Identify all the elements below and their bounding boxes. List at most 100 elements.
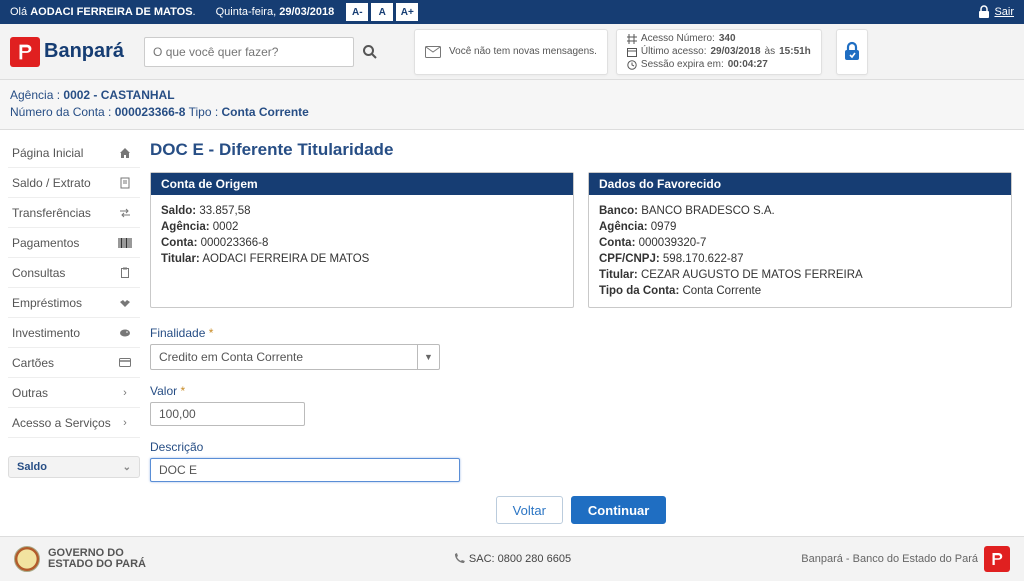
sidebar-item-label: Saldo / Extrato: [12, 176, 118, 190]
font-normal-button[interactable]: A: [371, 3, 393, 21]
balance-toggle-label: Saldo: [17, 461, 47, 473]
greeting-user: AODACI FERREIRA DE MATOS: [30, 6, 192, 18]
fav-titular-label: Titular:: [599, 269, 638, 281]
sidebar-item-label: Acesso a Serviços: [12, 416, 118, 430]
origin-panel: Conta de Origem Saldo: 33.857,58 Agência…: [150, 172, 574, 308]
sidebar-item-home[interactable]: Página Inicial: [8, 138, 140, 168]
logout-link[interactable]: Sair: [994, 6, 1014, 18]
origin-conta-label: Conta:: [161, 237, 197, 249]
descricao-label: Descrição: [150, 440, 1012, 454]
search-icon: [362, 44, 378, 60]
search-input[interactable]: [144, 37, 354, 67]
sidebar-item-services[interactable]: Acesso a Serviços ›: [8, 408, 140, 438]
continue-button[interactable]: Continuar: [571, 496, 666, 524]
sidebar-item-transfers[interactable]: Transferências: [8, 198, 140, 228]
finalidade-row: Finalidade * Credito em Conta Corrente ▼: [150, 326, 1012, 370]
origin-agencia-value: 0002: [213, 221, 239, 233]
search-button[interactable]: [354, 37, 386, 67]
origin-panel-body: Saldo: 33.857,58 Agência: 0002 Conta: 00…: [151, 195, 573, 275]
beneficiary-panel-header: Dados do Favorecido: [589, 173, 1011, 195]
card-icon: [118, 358, 132, 367]
fav-banco-value: BANCO BRADESCO S.A.: [641, 205, 775, 217]
body: Página Inicial Saldo / Extrato Transferê…: [0, 130, 1024, 578]
session-expire-time: 00:04:27: [728, 59, 768, 71]
fav-agencia-value: 0979: [651, 221, 677, 233]
account-strip: Agência : 0002 - CASTANHAL Número da Con…: [0, 80, 1024, 130]
descricao-row: Descrição: [150, 440, 1012, 482]
sidebar-item-label: Pagamentos: [12, 236, 118, 250]
fav-banco-label: Banco:: [599, 205, 638, 217]
font-size-controls: A- A A+: [346, 3, 418, 21]
form-area: Finalidade * Credito em Conta Corrente ▼…: [150, 326, 1012, 524]
valor-input[interactable]: [150, 402, 305, 426]
footer: GOVERNO DO ESTADO DO PARÁ SAC: 0800 280 …: [0, 536, 1024, 581]
sidebar-item-label: Empréstimos: [12, 296, 118, 310]
descricao-input[interactable]: [150, 458, 460, 482]
sac-text: SAC: 0800 280 6605: [469, 553, 571, 565]
origin-agencia-label: Agência:: [161, 221, 210, 233]
balance-toggle[interactable]: Saldo ⌄: [8, 456, 140, 478]
page-title: DOC E - Diferente Titularidade: [150, 140, 1012, 160]
finalidade-label: Finalidade *: [150, 326, 1012, 340]
fav-titular-value: CEZAR AUGUSTO DE MATOS FERREIRA: [641, 269, 863, 281]
sidebar-item-loans[interactable]: Empréstimos: [8, 288, 140, 318]
font-decrease-button[interactable]: A-: [346, 3, 368, 21]
lock-icon: [978, 5, 990, 19]
fav-conta-label: Conta:: [599, 237, 635, 249]
messages-panel[interactable]: Você não tem novas mensagens.: [414, 29, 608, 75]
sidebar-item-label: Investimento: [12, 326, 118, 340]
topbar: Olá AODACI FERREIRA DE MATOS. Quinta-fei…: [0, 0, 1024, 24]
sidebar-item-balance[interactable]: Saldo / Extrato: [8, 168, 140, 198]
branch-value: 0002 - CASTANHAL: [63, 88, 174, 102]
phone-icon: [453, 553, 465, 565]
branch-label: Agência :: [10, 88, 60, 102]
gov-brand: GOVERNO DO ESTADO DO PARÁ: [14, 546, 146, 572]
last-access-date: 29/03/2018: [710, 46, 760, 58]
header-row: Banpará Você não tem novas mensagens. Ac…: [0, 24, 1024, 80]
beneficiary-panel: Dados do Favorecido Banco: BANCO BRADESC…: [588, 172, 1012, 308]
sac-info: SAC: 0800 280 6605: [453, 553, 571, 565]
brand-mark-icon: [10, 37, 40, 67]
back-button[interactable]: Voltar: [496, 496, 563, 524]
sidebar-item-investment[interactable]: Investimento: [8, 318, 140, 348]
gov-text: GOVERNO DO ESTADO DO PARÁ: [48, 548, 146, 570]
required-mark: *: [209, 326, 214, 340]
chevron-down-icon: ⌄: [123, 462, 131, 473]
access-num-label: Acesso Número:: [641, 33, 715, 45]
last-access-label: Último acesso:: [641, 46, 707, 58]
handshake-icon: [118, 298, 132, 308]
font-increase-button[interactable]: A+: [396, 3, 418, 21]
no-messages-text: Você não tem novas mensagens.: [449, 46, 597, 57]
sidebar: Página Inicial Saldo / Extrato Transferê…: [0, 130, 140, 578]
valor-row: Valor *: [150, 384, 1012, 426]
envelope-icon: [425, 46, 441, 58]
account-number-label: Número da Conta :: [10, 105, 111, 119]
session-expire-label: Sessão expira em:: [641, 59, 724, 71]
chevron-right-icon: ›: [118, 417, 132, 429]
top-date: Quinta-feira, 29/03/2018: [216, 6, 335, 18]
sidebar-item-label: Cartões: [12, 356, 118, 370]
origin-conta-value: 000023366-8: [201, 237, 269, 249]
sidebar-item-label: Página Inicial: [12, 146, 118, 160]
sidebar-item-payments[interactable]: Pagamentos: [8, 228, 140, 258]
brand-mark-icon: [984, 546, 1010, 572]
finalidade-label-text: Finalidade: [150, 326, 205, 340]
sidebar-item-others[interactable]: Outras ›: [8, 378, 140, 408]
main-area: DOC E - Diferente Titularidade Conta de …: [140, 130, 1024, 578]
fav-agencia-label: Agência:: [599, 221, 648, 233]
secure-badge[interactable]: [836, 29, 868, 75]
session-info-panel: Acesso Número: 340 Último acesso: 29/03/…: [616, 29, 822, 75]
hash-icon: [627, 34, 637, 44]
sidebar-item-queries[interactable]: Consultas: [8, 258, 140, 288]
origin-panel-header: Conta de Origem: [151, 173, 573, 195]
sidebar-item-cards[interactable]: Cartões: [8, 348, 140, 378]
home-icon: [118, 147, 132, 159]
gov-line2: ESTADO DO PARÁ: [48, 558, 146, 570]
finalidade-select[interactable]: Credito em Conta Corrente: [150, 344, 440, 370]
brand-logo[interactable]: Banpará: [10, 37, 124, 67]
valor-label: Valor *: [150, 384, 1012, 398]
weekday: Quinta-feira,: [216, 6, 277, 18]
required-mark: *: [180, 384, 185, 398]
button-row: Voltar Continuar: [150, 496, 1012, 524]
barcode-icon: [118, 238, 132, 248]
